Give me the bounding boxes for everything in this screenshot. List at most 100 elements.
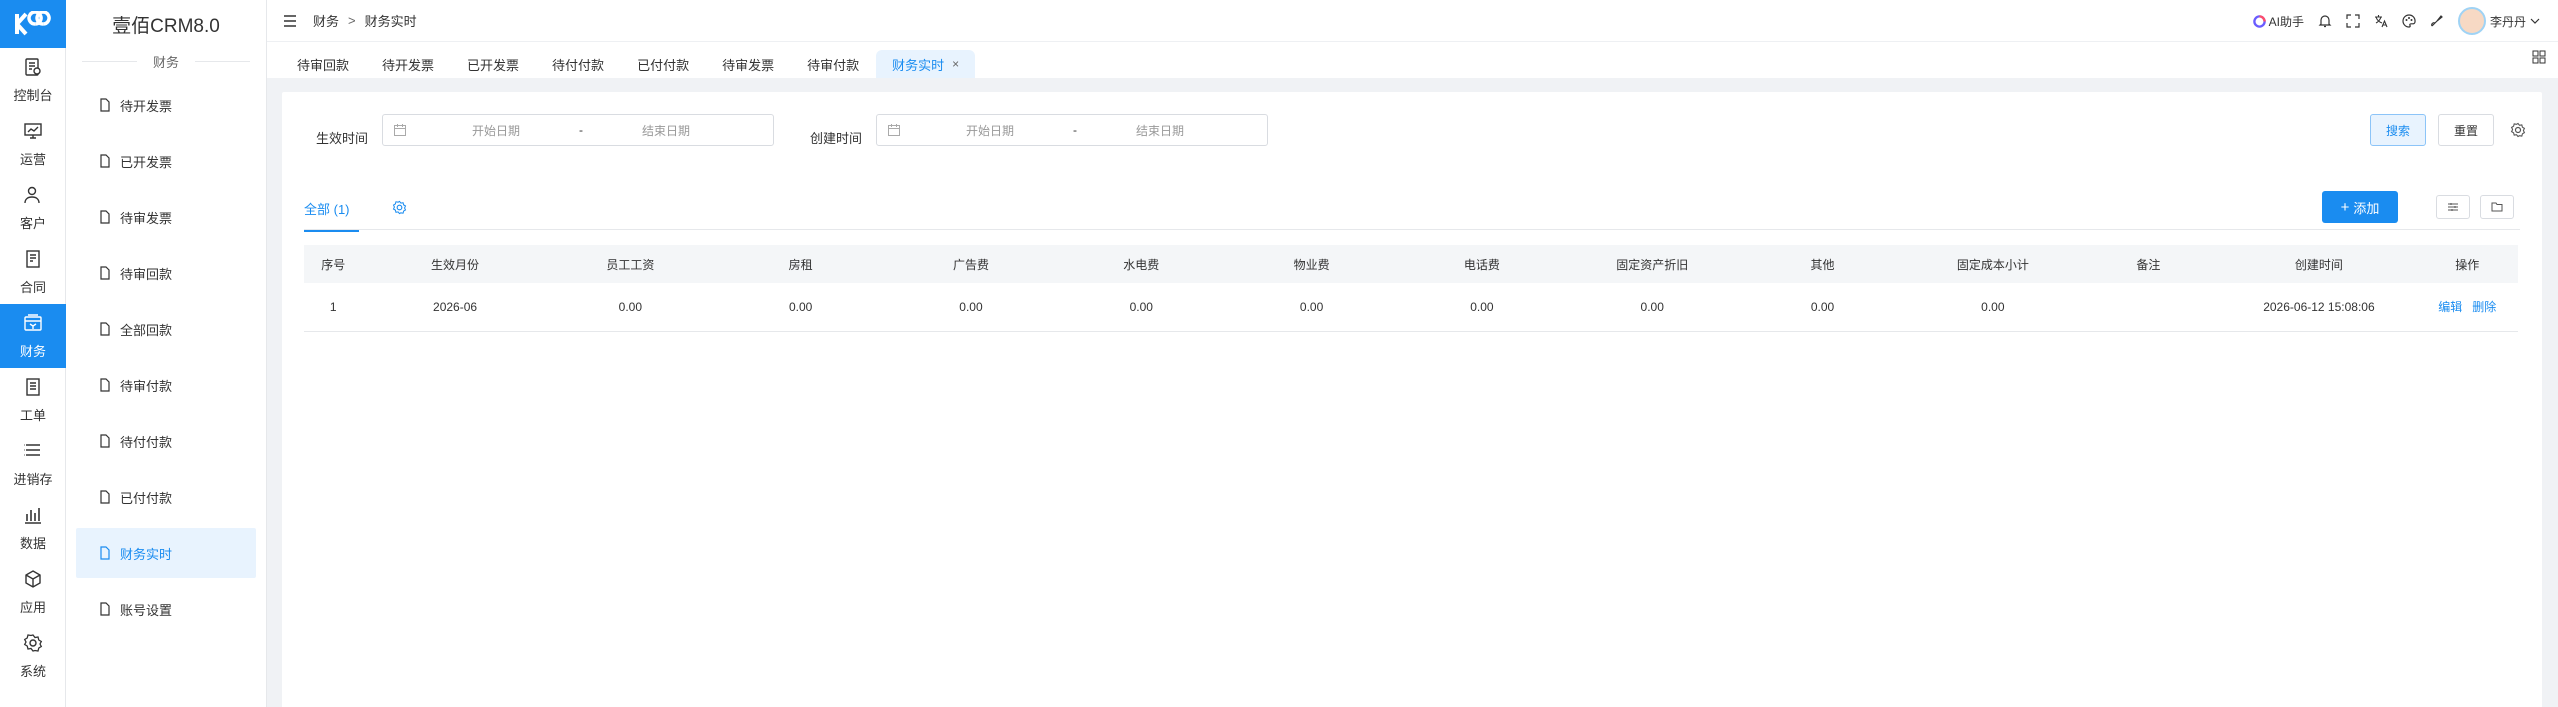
sub-menu-item[interactable]: 待审发票 bbox=[76, 192, 256, 242]
rail-item-label: 系统 bbox=[19, 663, 46, 679]
finance-icon bbox=[23, 313, 43, 341]
rail-item-label: 运营 bbox=[19, 151, 46, 167]
logo-icon bbox=[15, 11, 51, 36]
menu-toggle-icon[interactable] bbox=[283, 14, 297, 27]
sliders-icon bbox=[2448, 203, 2458, 211]
list-settings-icon[interactable] bbox=[392, 200, 407, 215]
column-header: 员工工资 bbox=[547, 245, 714, 283]
tab-item[interactable]: 已开发票 bbox=[451, 50, 535, 78]
tab-item[interactable]: 待开发票 bbox=[366, 50, 450, 78]
column-header: 物业费 bbox=[1228, 245, 1395, 283]
calendar-icon bbox=[888, 124, 900, 136]
tab-item[interactable]: 财务实时 × bbox=[876, 50, 976, 78]
document-icon bbox=[100, 602, 110, 616]
effective-date-range[interactable]: 开始日期 - 结束日期 bbox=[382, 114, 774, 146]
calendar-icon bbox=[394, 124, 406, 136]
created-time-label: 创建时间 bbox=[810, 131, 863, 146]
sub-menu-item[interactable]: 待付付款 bbox=[76, 416, 256, 466]
rail-item-label: 客户 bbox=[19, 215, 46, 231]
close-icon[interactable]: × bbox=[952, 57, 959, 71]
tab-item[interactable]: 待审回款 bbox=[281, 50, 365, 78]
language-icon[interactable] bbox=[2374, 14, 2388, 28]
folder-icon bbox=[2491, 202, 2503, 212]
document-icon bbox=[100, 434, 110, 448]
filter-settings-icon[interactable] bbox=[2510, 122, 2526, 138]
column-header: 序号 bbox=[304, 245, 363, 283]
column-header: 电话费 bbox=[1394, 245, 1570, 283]
skin-icon[interactable] bbox=[2430, 14, 2444, 28]
sub-menu-item[interactable]: 已开发票 bbox=[76, 136, 256, 186]
sub-menu-item[interactable]: 全部回款 bbox=[76, 304, 256, 354]
sub-menu-item[interactable]: 财务实时 bbox=[76, 528, 256, 578]
system-icon bbox=[23, 633, 43, 661]
delete-link[interactable]: 删除 bbox=[2472, 300, 2496, 314]
document-icon bbox=[100, 378, 110, 392]
range-separator: - bbox=[579, 123, 583, 137]
rail-item-dashboard[interactable]: 控制台 bbox=[0, 48, 66, 112]
effective-end-date-input[interactable]: 结束日期 bbox=[591, 122, 741, 139]
rail-item-ticket[interactable]: 工单 bbox=[0, 368, 66, 432]
sub-menu-item[interactable]: 账号设置 bbox=[76, 584, 256, 634]
tab-label: 待审发票 bbox=[722, 57, 775, 73]
rail-item-inventory[interactable]: 进销存 bbox=[0, 432, 66, 496]
tab-item[interactable]: 待审发票 bbox=[706, 50, 790, 78]
tab-item[interactable]: 待审付款 bbox=[791, 50, 875, 78]
theme-icon[interactable] bbox=[2402, 14, 2416, 28]
column-header: 广告费 bbox=[888, 245, 1054, 283]
rail-item-apps[interactable]: 应用 bbox=[0, 560, 66, 624]
sub-menu-item[interactable]: 待开发票 bbox=[76, 80, 256, 130]
add-button[interactable]: + 添加 bbox=[2322, 191, 2398, 223]
ai-logo-icon bbox=[2252, 14, 2266, 28]
tab-divider bbox=[304, 229, 2520, 230]
sub-menu-item[interactable]: 待审付款 bbox=[76, 360, 256, 410]
sub-menu-item-label: 已开发票 bbox=[120, 154, 173, 170]
effective-start-date-input[interactable]: 开始日期 bbox=[421, 122, 571, 139]
sub-menu-item-label: 待开发票 bbox=[120, 98, 173, 114]
export-button[interactable] bbox=[2480, 195, 2514, 219]
created-start-date-input[interactable]: 开始日期 bbox=[915, 122, 1065, 139]
app-logo[interactable] bbox=[0, 0, 66, 48]
column-header: 生效月份 bbox=[362, 245, 548, 283]
fullscreen-icon[interactable] bbox=[2346, 14, 2360, 28]
breadcrumb-separator: > bbox=[348, 13, 356, 28]
user-menu[interactable]: 李丹丹 bbox=[2457, 7, 2540, 35]
created-date-range[interactable]: 开始日期 - 结束日期 bbox=[876, 114, 1268, 146]
sub-menu-item[interactable]: 待审回款 bbox=[76, 248, 256, 298]
breadcrumb-item-finance[interactable]: 财务 bbox=[313, 11, 339, 30]
edit-link[interactable]: 编辑 bbox=[2438, 300, 2462, 314]
bell-icon[interactable] bbox=[2318, 14, 2332, 28]
data-icon bbox=[23, 505, 43, 533]
created-end-date-input[interactable]: 结束日期 bbox=[1085, 122, 1235, 139]
rail-item-customer[interactable]: 客户 bbox=[0, 176, 66, 240]
tab-all[interactable]: 全部 (1) bbox=[304, 199, 359, 232]
tab-item[interactable]: 待付付款 bbox=[536, 50, 620, 78]
column-filter-button[interactable] bbox=[2436, 195, 2470, 219]
tab-label: 已开发票 bbox=[467, 57, 520, 73]
column-header: 其他 bbox=[1734, 245, 1911, 283]
sub-menu-item-label: 账号设置 bbox=[120, 602, 173, 618]
rail-item-label: 合同 bbox=[19, 279, 46, 295]
rail-item-data[interactable]: 数据 bbox=[0, 496, 66, 560]
ai-assistant-button[interactable]: AI助手 bbox=[2252, 13, 2304, 30]
tab-label: 财务实时 bbox=[892, 57, 945, 73]
column-header: 创建时间 bbox=[2221, 245, 2417, 283]
rail-item-contract[interactable]: 合同 bbox=[0, 240, 66, 304]
document-icon bbox=[100, 490, 110, 504]
search-button[interactable]: 搜索 bbox=[2370, 114, 2426, 146]
sub-menu-item[interactable]: 已付付款 bbox=[76, 472, 256, 522]
inventory-icon bbox=[23, 441, 43, 469]
rail-item-finance[interactable]: 财务 bbox=[0, 304, 66, 368]
user-name: 李丹丹 bbox=[2489, 14, 2526, 29]
rail-item-operations[interactable]: 运营 bbox=[0, 112, 66, 176]
table-cell: 2026-06 bbox=[362, 283, 548, 332]
sub-menu-title: 财务 bbox=[66, 48, 266, 74]
table-cell: 0.00 bbox=[1394, 283, 1570, 332]
tab-item[interactable]: 已付付款 bbox=[621, 50, 705, 78]
column-header: 操作 bbox=[2416, 245, 2518, 283]
tabs-menu-icon[interactable] bbox=[2532, 50, 2546, 64]
top-right-tools: AI助手 李丹丹 bbox=[2252, 0, 2540, 42]
operations-icon bbox=[23, 121, 43, 149]
reset-button[interactable]: 重置 bbox=[2438, 114, 2494, 146]
rail-item-system[interactable]: 系统 bbox=[0, 624, 66, 688]
apps-icon bbox=[23, 569, 43, 597]
